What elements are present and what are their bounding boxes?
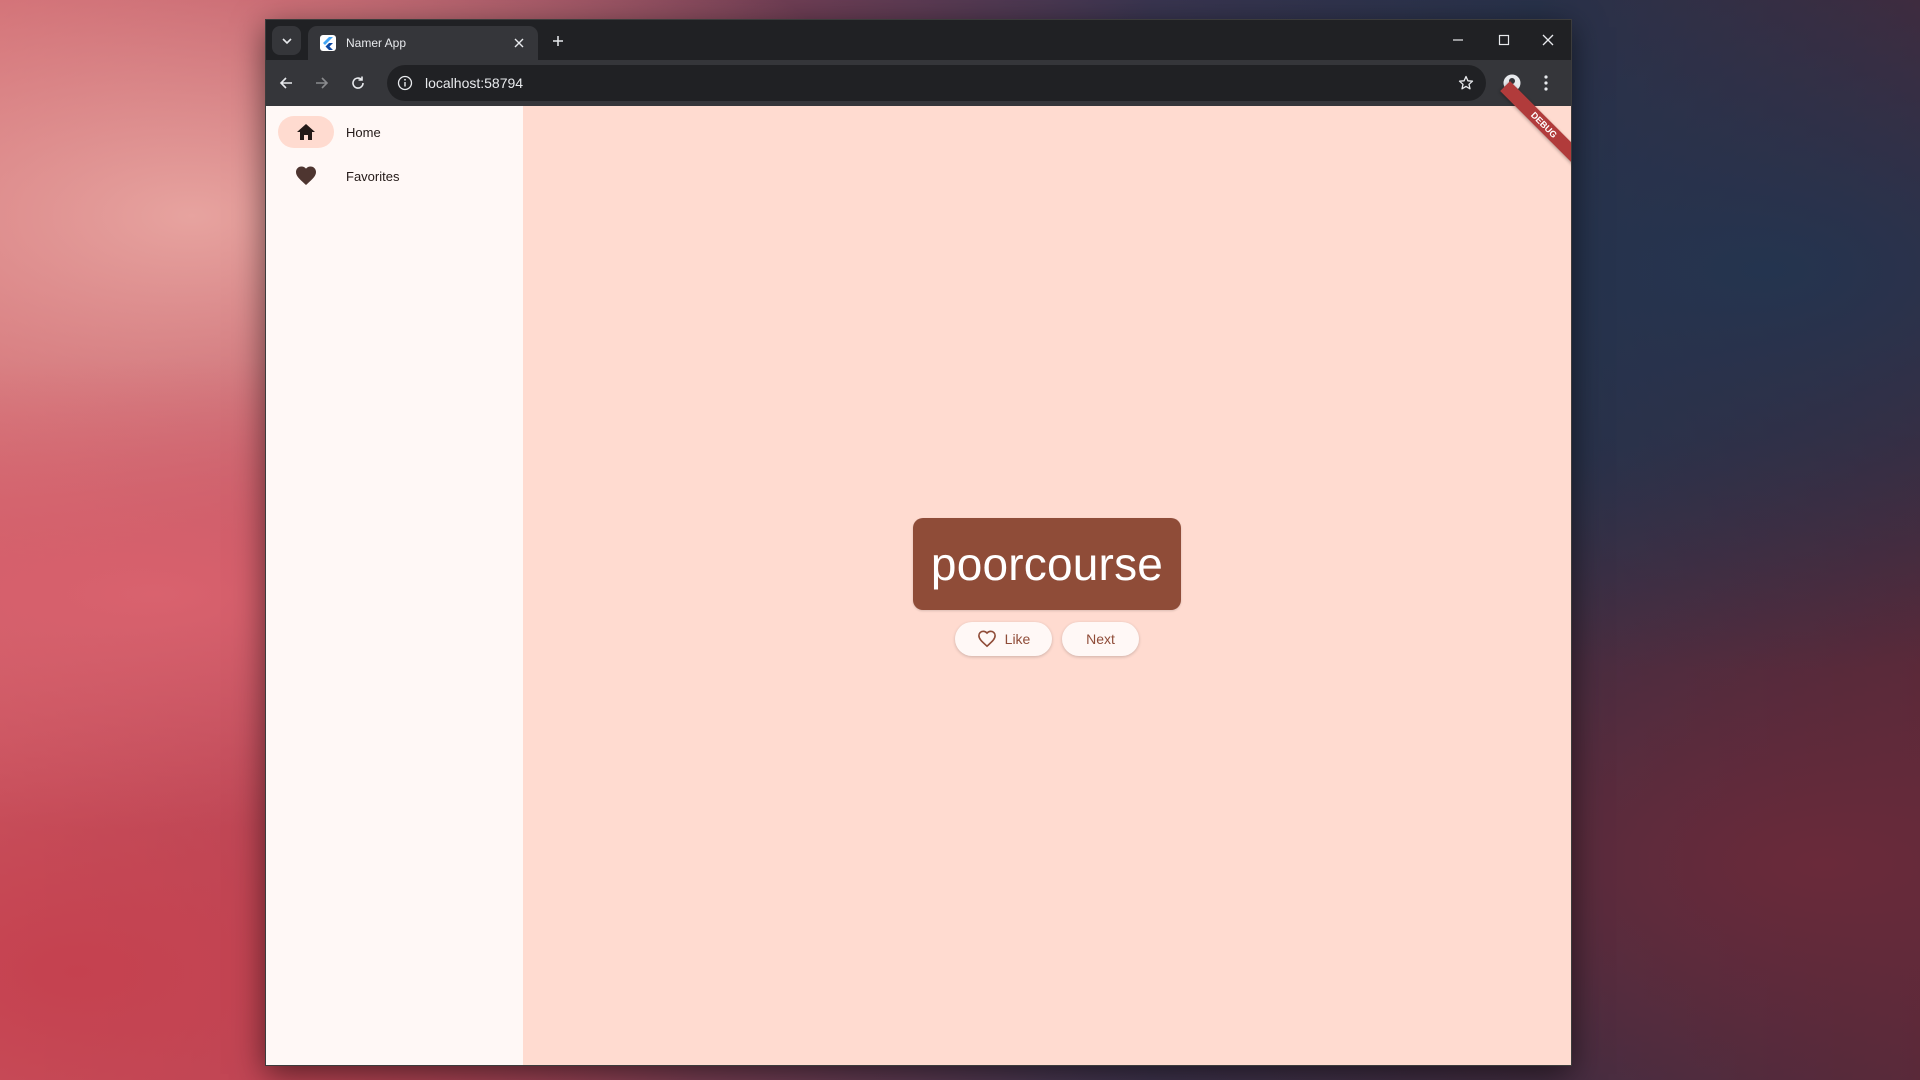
word-pair-text: poorcourse bbox=[930, 538, 1164, 590]
maximize-button[interactable] bbox=[1481, 20, 1527, 60]
next-button-label: Next bbox=[1086, 631, 1115, 647]
next-button[interactable]: Next bbox=[1062, 622, 1139, 656]
site-info-icon[interactable] bbox=[395, 73, 415, 93]
address-bar[interactable]: localhost:58794 bbox=[387, 65, 1486, 101]
forward-button[interactable] bbox=[308, 69, 336, 97]
maximize-icon bbox=[1498, 34, 1510, 46]
minimize-icon bbox=[1453, 39, 1463, 41]
like-button[interactable]: Like bbox=[955, 622, 1052, 656]
reload-icon bbox=[352, 76, 364, 89]
browser-window: Namer App localhost:58794 Home Favorites… bbox=[265, 19, 1572, 1066]
new-tab-button[interactable] bbox=[546, 29, 570, 53]
browser-menu-button[interactable] bbox=[1532, 69, 1560, 97]
nav-item-home[interactable]: Home bbox=[278, 116, 508, 150]
nav-item-favorites[interactable]: Favorites bbox=[278, 160, 508, 194]
url-text[interactable]: localhost:58794 bbox=[425, 75, 523, 91]
heart-outline-icon bbox=[977, 630, 997, 648]
nav-label-home: Home bbox=[346, 125, 381, 140]
tab-search-button[interactable] bbox=[272, 26, 301, 55]
like-button-label: Like bbox=[1004, 631, 1031, 647]
more-vertical-icon bbox=[1544, 75, 1548, 91]
flutter-app: Home Favorites poorcourse Like Next DEBU… bbox=[266, 81, 1571, 1065]
home-icon bbox=[297, 124, 315, 140]
flutter-favicon-icon bbox=[320, 35, 336, 51]
reload-button[interactable] bbox=[344, 69, 372, 97]
nav-indicator bbox=[278, 116, 334, 148]
minimize-button[interactable] bbox=[1435, 20, 1481, 60]
generator-page: poorcourse Like Next DEBUG bbox=[523, 81, 1571, 1065]
close-icon bbox=[1542, 34, 1554, 46]
tab-strip: Namer App bbox=[266, 20, 1571, 60]
close-window-button[interactable] bbox=[1525, 20, 1571, 60]
tab-title: Namer App bbox=[346, 36, 407, 50]
nav-indicator bbox=[278, 160, 334, 192]
browser-tab[interactable]: Namer App bbox=[308, 26, 538, 60]
plus-icon bbox=[553, 36, 563, 46]
browser-toolbar: localhost:58794 bbox=[266, 60, 1571, 106]
chevron-down-icon bbox=[281, 37, 292, 44]
word-pair-card: poorcourse bbox=[913, 518, 1181, 610]
nav-label-favorites: Favorites bbox=[346, 169, 400, 184]
arrow-left-icon bbox=[279, 77, 292, 89]
navigation-rail: Home Favorites bbox=[266, 106, 523, 1065]
bookmark-star-icon[interactable] bbox=[1456, 73, 1476, 93]
arrow-right-icon bbox=[316, 77, 329, 89]
heart-icon bbox=[296, 166, 316, 185]
close-tab-icon[interactable] bbox=[510, 34, 528, 52]
back-button[interactable] bbox=[272, 69, 300, 97]
